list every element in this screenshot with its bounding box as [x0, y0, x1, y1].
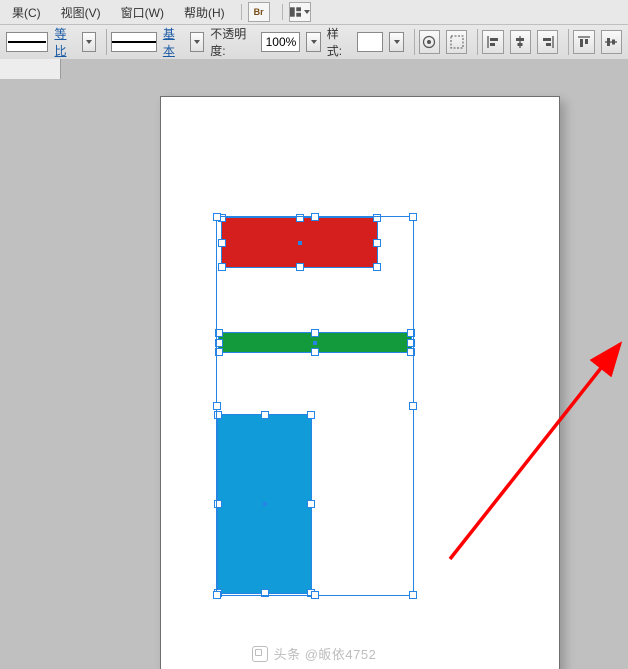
align-vcenter-button[interactable]	[601, 30, 622, 54]
stroke-profile-dropdown[interactable]	[190, 32, 204, 52]
opacity-input[interactable]: 100%	[261, 32, 300, 52]
menu-help[interactable]: 帮助(H)	[174, 1, 235, 24]
artboard	[160, 96, 560, 669]
handle-icon[interactable]	[409, 213, 417, 221]
workspace-area	[0, 59, 628, 669]
handle-icon[interactable]	[213, 591, 221, 599]
stroke-profile-label[interactable]: 基本	[163, 25, 184, 59]
preferences-button[interactable]	[446, 30, 467, 54]
handle-icon[interactable]	[311, 591, 319, 599]
scale-dropdown[interactable]	[82, 32, 96, 52]
handle-icon[interactable]	[409, 402, 417, 410]
opacity-label: 不透明度:	[210, 25, 255, 59]
handle-icon[interactable]	[213, 402, 221, 410]
menu-window[interactable]: 窗口(W)	[111, 1, 174, 24]
arrange-documents-button[interactable]	[289, 2, 311, 22]
scale-label[interactable]: 等比	[54, 25, 75, 59]
canvas-viewport[interactable]	[0, 79, 628, 669]
handle-icon[interactable]	[213, 213, 221, 221]
options-bar: 等比 基本 不透明度: 100% 样式:	[0, 25, 628, 60]
align-hcenter-button[interactable]	[510, 30, 531, 54]
stroke-weight-preview[interactable]	[6, 32, 48, 52]
separator	[568, 29, 569, 55]
separator	[414, 29, 415, 55]
separator	[477, 29, 478, 55]
style-label: 样式:	[327, 25, 351, 59]
menu-view[interactable]: 视图(V)	[51, 1, 111, 24]
menu-separator	[241, 4, 242, 20]
watermark: 头条 @皈依4752	[0, 644, 628, 663]
stroke-profile-preview[interactable]	[111, 32, 157, 52]
group-selection-box[interactable]	[216, 216, 414, 596]
opacity-dropdown[interactable]	[306, 32, 320, 52]
align-top-button[interactable]	[573, 30, 594, 54]
watermark-logo-icon	[252, 646, 268, 662]
align-left-button[interactable]	[482, 30, 503, 54]
document-setup-button[interactable]	[419, 30, 440, 54]
separator	[106, 29, 107, 55]
menu-effects[interactable]: 果(C)	[2, 1, 51, 24]
watermark-text: 头条 @皈依4752	[274, 647, 377, 662]
menu-bar: 果(C) 视图(V) 窗口(W) 帮助(H) Br	[0, 0, 628, 25]
graphic-style-dropdown[interactable]	[389, 32, 403, 52]
document-tab[interactable]	[0, 59, 61, 80]
bridge-button[interactable]: Br	[248, 2, 270, 22]
graphic-style-swatch[interactable]	[357, 32, 384, 52]
menu-separator	[282, 4, 283, 20]
chevron-down-icon	[304, 10, 310, 14]
handle-icon[interactable]	[409, 591, 417, 599]
handle-icon[interactable]	[311, 213, 319, 221]
align-right-button[interactable]	[537, 30, 558, 54]
